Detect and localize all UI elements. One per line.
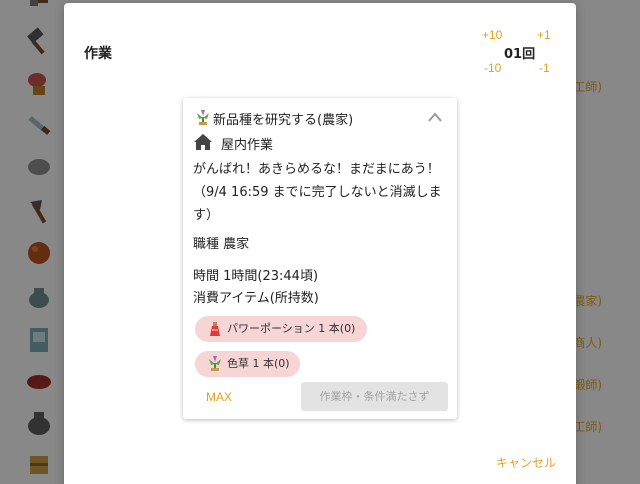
task-message: がんばれ！あきらめるな！まだまにあう！（9/4 16:59 までに完了しないと消… [193, 162, 442, 223]
card-title: 新品種を研究する(農家) [213, 113, 354, 128]
task-card: 新品種を研究する(農家) 屋内作業 がんばれ！あきらめるな！まだまにあう！（9/… [183, 98, 457, 419]
job-type: 職種 農家 [193, 237, 250, 252]
plus-10-button[interactable]: +10 [482, 28, 502, 42]
item-chip: 色草 1 本(0) [195, 351, 300, 377]
dialog-title: 作業 [84, 46, 112, 62]
work-dialog: 作業 +10 +1 01回 -10 -1 新品種を研究する(農家) 屋内作業 が… [64, 3, 576, 484]
task-time: 時間 1時間(23:44頃) [193, 269, 319, 284]
house-icon [194, 134, 212, 150]
work-location: 屋内作業 [221, 138, 274, 153]
herb-icon [197, 110, 209, 125]
start-work-button[interactable]: 作業枠・条件満たさず [301, 382, 448, 411]
potion-icon [210, 322, 220, 336]
consume-items-label: 消費アイテム(所持数) [193, 291, 319, 306]
minus-1-button[interactable]: -1 [539, 61, 550, 75]
minus-10-button[interactable]: -10 [484, 61, 501, 75]
item-chip: パワーポーション 1 本(0) [195, 316, 367, 342]
plus-1-button[interactable]: +1 [537, 28, 551, 42]
item-chip-label: パワーポーション 1 本(0) [227, 322, 356, 335]
repeat-count: 01回 [504, 47, 536, 62]
item-chip-label: 色草 1 本(0) [227, 357, 290, 370]
cancel-button[interactable]: キャンセル [496, 454, 556, 471]
max-button[interactable]: MAX [206, 390, 232, 404]
herb-icon [209, 356, 221, 371]
chevron-up-icon[interactable] [427, 111, 443, 123]
card-header[interactable]: 新品種を研究する(農家) [195, 109, 445, 129]
